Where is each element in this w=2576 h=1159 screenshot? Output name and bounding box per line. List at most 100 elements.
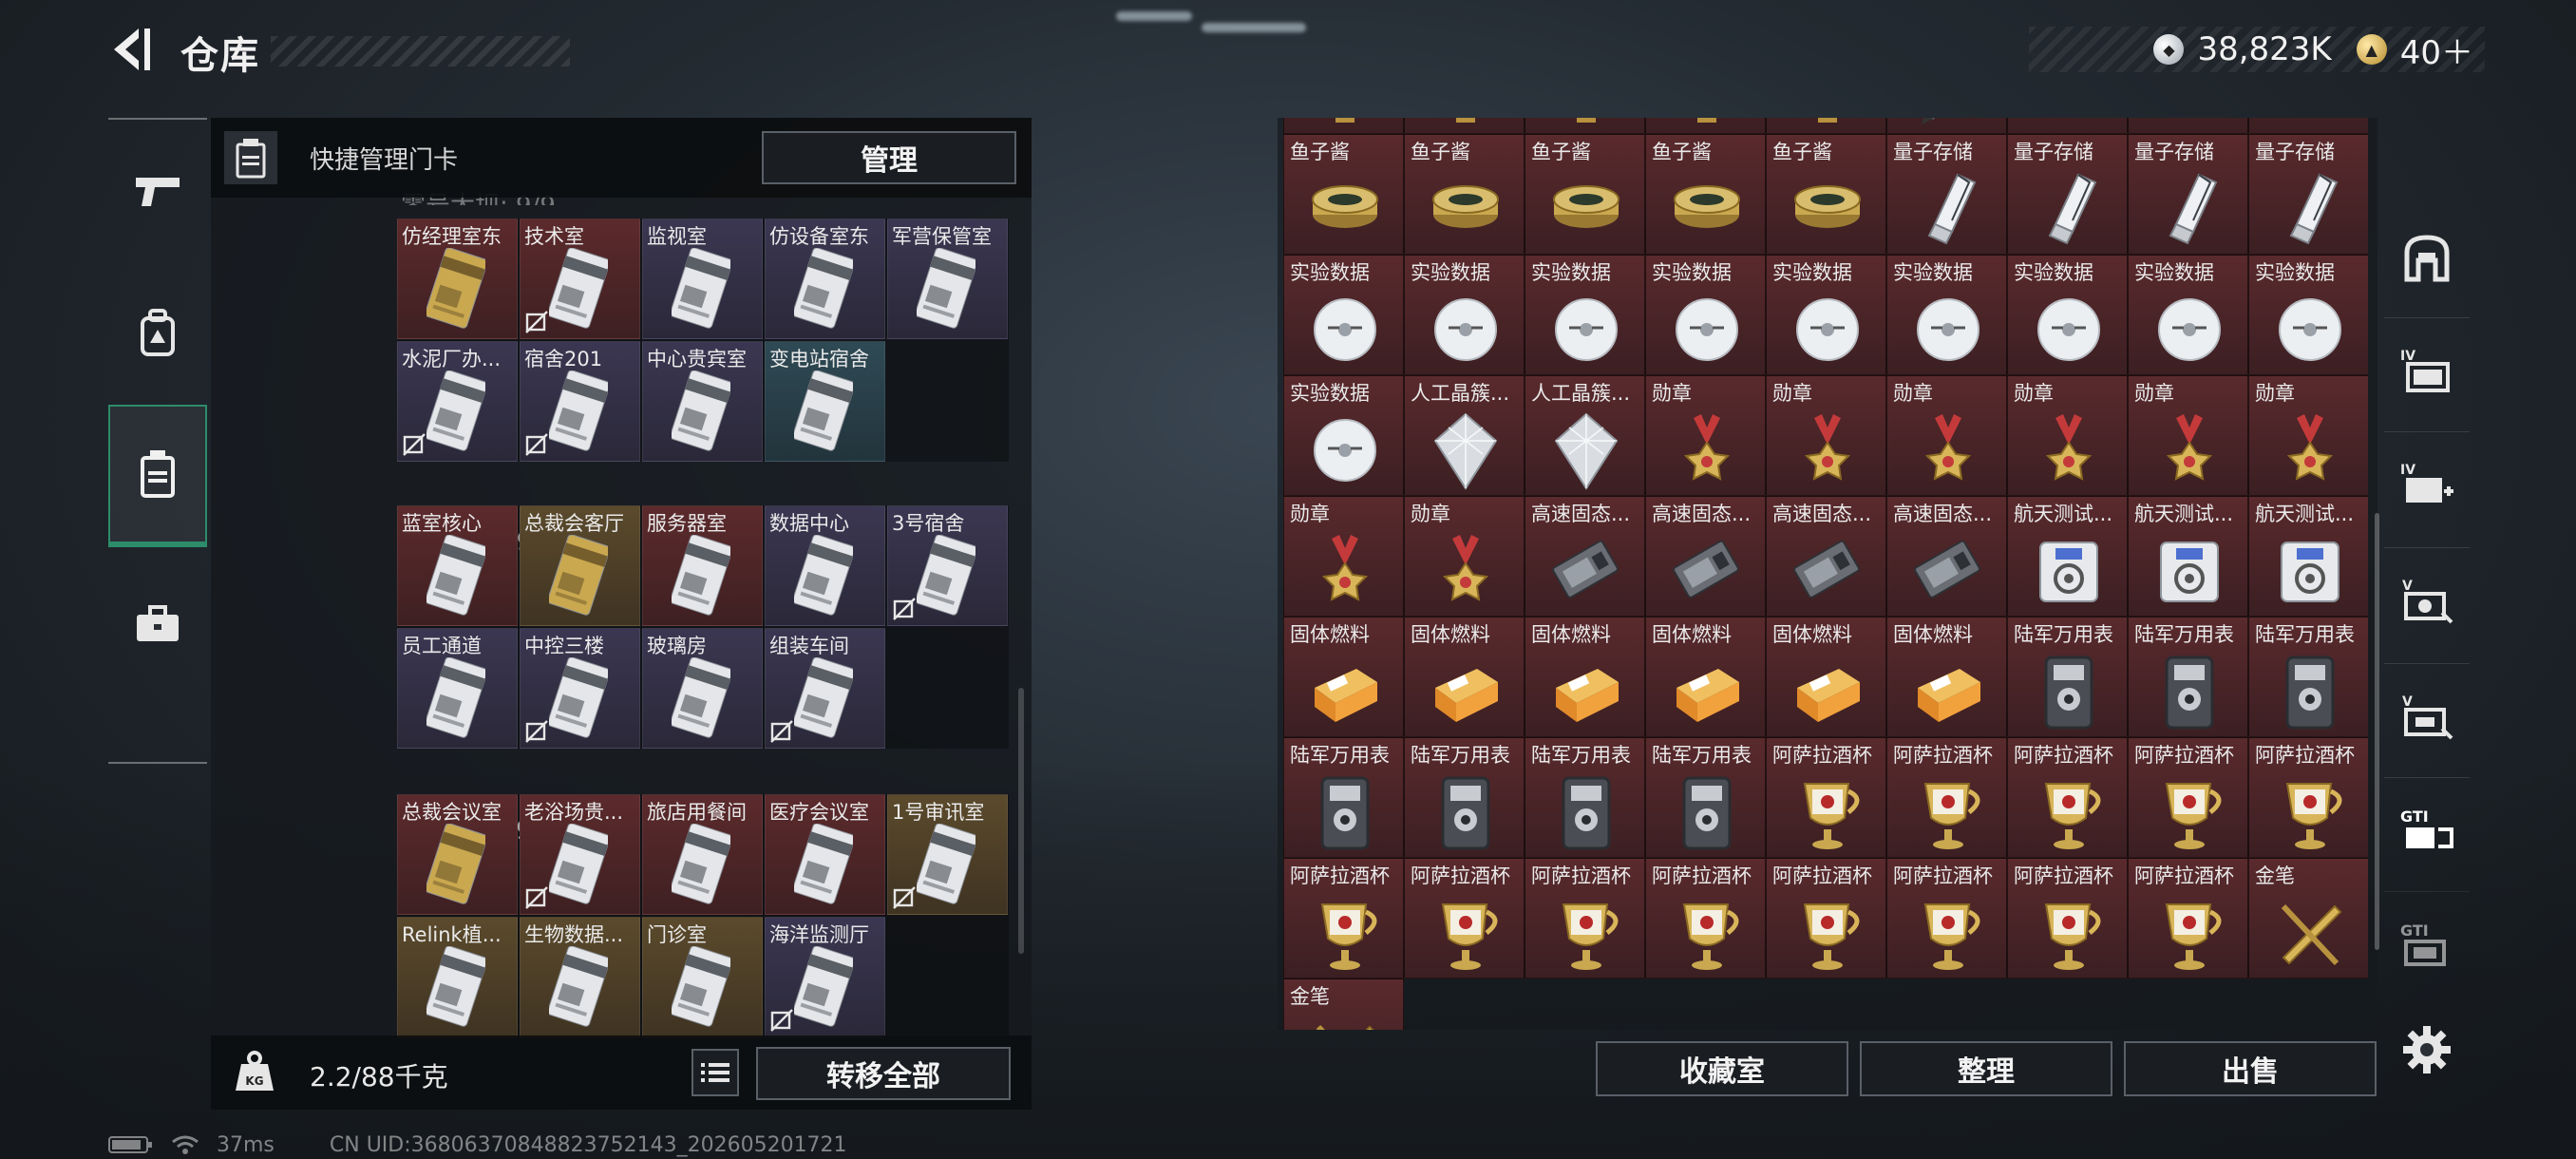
- inventory-item[interactable]: 黄金瞪羚表: [1404, 118, 1525, 134]
- inventory-item[interactable]: 固体燃料: [1404, 617, 1525, 737]
- inventory-item[interactable]: 实验数据: [1886, 255, 2007, 375]
- gold-currency-value[interactable]: 40＋: [2400, 27, 2473, 73]
- inventory-item[interactable]: 阿萨拉酒杯: [1766, 858, 1886, 978]
- inventory-item[interactable]: 阿萨拉酒杯: [2248, 737, 2368, 858]
- inventory-item[interactable]: 陆军万用表: [1645, 737, 1766, 858]
- inventory-item[interactable]: 阿萨拉酒杯: [1645, 858, 1766, 978]
- inventory-item[interactable]: 高速固态...: [1886, 496, 2007, 617]
- keycard-slot[interactable]: 员工通道: [397, 628, 518, 749]
- inventory-item[interactable]: 陆军万用表: [2128, 617, 2248, 737]
- keycard-slot[interactable]: 3号宿舍: [887, 505, 1008, 626]
- inventory-item[interactable]: 陆军万用表: [1283, 737, 1404, 858]
- inventory-item[interactable]: 量子存储: [2128, 134, 2248, 255]
- inventory-item[interactable]: 实验数据: [2007, 255, 2128, 375]
- inventory-item[interactable]: 实验数据: [1766, 255, 1886, 375]
- inventory-item[interactable]: 勋章: [1283, 496, 1404, 617]
- inventory-item[interactable]: 阿萨拉酒杯: [2128, 737, 2248, 858]
- scrollbar[interactable]: [2375, 513, 2379, 950]
- keycard-slot[interactable]: 数据中心: [765, 505, 885, 626]
- gear-icon[interactable]: [2401, 1024, 2453, 1075]
- inventory-item[interactable]: 鱼子酱: [1525, 134, 1645, 255]
- inventory-item[interactable]: 勋章: [2128, 375, 2248, 496]
- inventory-item[interactable]: 勋章: [1645, 375, 1766, 496]
- keycard-slot[interactable]: 仿经理室东: [397, 218, 518, 339]
- inventory-item[interactable]: 黄金瞪羚表: [1766, 118, 1886, 134]
- keycard-slot[interactable]: 蓝室核心: [397, 505, 518, 626]
- inventory-item[interactable]: 勋章: [1886, 375, 2007, 496]
- inventory-item[interactable]: 陆军万用表: [1525, 737, 1645, 858]
- inventory-item[interactable]: 黄金瞪羚表: [1645, 118, 1766, 134]
- keycard-slot[interactable]: 老浴场贵...: [520, 794, 640, 915]
- rail-item-keycards[interactable]: [108, 405, 207, 547]
- inventory-item[interactable]: 人工晶簇...: [1525, 375, 1645, 496]
- inventory-item[interactable]: 阿萨拉酒杯: [2007, 858, 2128, 978]
- rail-item-expand-iv-plus[interactable]: IV: [2384, 431, 2470, 536]
- list-view-button[interactable]: [691, 1049, 739, 1096]
- inventory-item[interactable]: 实验数据: [1525, 255, 1645, 375]
- inventory-item[interactable]: 阿萨拉酒杯: [1404, 858, 1525, 978]
- inventory-item[interactable]: 实验数据: [2128, 255, 2248, 375]
- keycard-slot[interactable]: 生物数据...: [520, 917, 640, 1037]
- rail-item-expand-gti-alt[interactable]: GTI: [2384, 891, 2470, 996]
- inventory-item[interactable]: 勋章: [1404, 496, 1525, 617]
- keycard-slot[interactable]: 医疗会议室: [765, 794, 885, 915]
- rail-item-expand-gti[interactable]: GTI: [2384, 777, 2470, 882]
- keycard-slot[interactable]: 总裁会客厅: [520, 505, 640, 626]
- keycard-slot[interactable]: 组装车间: [765, 628, 885, 749]
- keycard-slot[interactable]: 中控三楼: [520, 628, 640, 749]
- rail-item-gear[interactable]: [108, 262, 207, 405]
- inventory-item[interactable]: 勋章: [2248, 375, 2368, 496]
- inventory-item[interactable]: 陆军万用表: [2248, 617, 2368, 737]
- keycard-slot[interactable]: 技术室: [520, 218, 640, 339]
- inventory-item[interactable]: 固体燃料: [1525, 617, 1645, 737]
- inventory-item[interactable]: 阿萨拉酒杯: [1886, 858, 2007, 978]
- keycard-slot[interactable]: 水泥厂办...: [397, 341, 518, 462]
- inventory-item[interactable]: 勋章: [2007, 375, 2128, 496]
- rail-item-expand-v[interactable]: V: [2384, 547, 2470, 652]
- inventory-item[interactable]: 实验数据: [1645, 255, 1766, 375]
- inventory-item[interactable]: 固体燃料: [1645, 617, 1766, 737]
- inventory-item[interactable]: 量子存储: [2007, 134, 2128, 255]
- inventory-item[interactable]: 实验数据: [2248, 255, 2368, 375]
- keycard-slot[interactable]: 变电站宿舍: [765, 341, 885, 462]
- rail-item-weapon[interactable]: [108, 120, 207, 262]
- inventory-item[interactable]: 鱼子酱: [1766, 134, 1886, 255]
- inventory-item[interactable]: 人工晶簇...: [1404, 375, 1525, 496]
- inventory-item[interactable]: 固体燃料: [1283, 617, 1404, 737]
- inventory-item[interactable]: 鱼子酱: [1645, 134, 1766, 255]
- inventory-item[interactable]: 高速固态...: [1766, 496, 1886, 617]
- inventory-item[interactable]: 阿萨拉酒杯: [1886, 737, 2007, 858]
- inventory-item[interactable]: 定位芯片: [2128, 118, 2248, 134]
- rail-item-supplies[interactable]: [108, 553, 207, 695]
- inventory-item[interactable]: 电子战笔: [1886, 118, 2007, 134]
- inventory-item[interactable]: 量子存储: [1886, 134, 2007, 255]
- keycard-slot[interactable]: 总裁会议室: [397, 794, 518, 915]
- inventory-item[interactable]: 陆军万用表: [2007, 617, 2128, 737]
- sell-button[interactable]: 出售: [2124, 1041, 2377, 1096]
- inventory-item[interactable]: 金笔: [2248, 858, 2368, 978]
- rail-item-expand-iv[interactable]: IV: [2384, 317, 2470, 422]
- inventory-item[interactable]: 鱼子酱: [1404, 134, 1525, 255]
- keycard-slot[interactable]: 仿设备室东: [765, 218, 885, 339]
- inventory-item[interactable]: 鱼子酱: [2248, 118, 2368, 134]
- inventory-item[interactable]: 实验数据: [1404, 255, 1525, 375]
- scrollbar[interactable]: [1018, 688, 1024, 954]
- keycard-slot[interactable]: 监视室: [642, 218, 763, 339]
- inventory-item[interactable]: 金笔: [1283, 978, 1404, 1030]
- inventory-item[interactable]: 阿萨拉酒杯: [2128, 858, 2248, 978]
- rail-item-storage[interactable]: [2384, 205, 2470, 310]
- inventory-item[interactable]: 固体燃料: [1886, 617, 2007, 737]
- keycard-slot[interactable]: 海洋监测厅: [765, 917, 885, 1037]
- keycard-slot[interactable]: 宿舍201: [520, 341, 640, 462]
- keycard-slot[interactable]: 玻璃房: [642, 628, 763, 749]
- inventory-item[interactable]: 实验数据: [1283, 375, 1404, 496]
- inventory-item[interactable]: 勋章: [1766, 375, 1886, 496]
- keycard-slot[interactable]: 军营保管室: [887, 218, 1008, 339]
- inventory-item[interactable]: 黄金瞪羚表: [1283, 118, 1404, 134]
- inventory-item[interactable]: 陆军万用表: [1404, 737, 1525, 858]
- inventory-item[interactable]: 实验数据: [1283, 255, 1404, 375]
- inventory-item[interactable]: 鱼子酱: [1283, 134, 1404, 255]
- collection-room-button[interactable]: 收藏室: [1596, 1041, 1848, 1096]
- inventory-item[interactable]: 高速固态...: [1525, 496, 1645, 617]
- transfer-all-button[interactable]: 转移全部: [756, 1047, 1011, 1100]
